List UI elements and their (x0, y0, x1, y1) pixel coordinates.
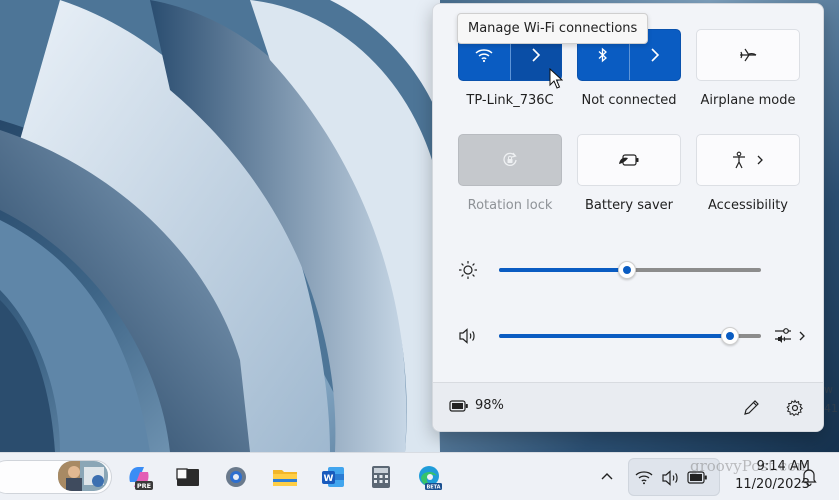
svg-text:BETA: BETA (426, 485, 440, 491)
rotation-lock-label: Rotation lock (467, 198, 553, 213)
settings-gear-icon (786, 399, 804, 417)
wifi-icon (475, 49, 493, 63)
settings-app-button[interactable] (218, 459, 254, 495)
volume-mixer-button[interactable] (773, 324, 809, 348)
pencil-icon (744, 400, 759, 415)
accessibility-tile[interactable] (696, 134, 800, 186)
clock[interactable]: 9:14 AM 11/20/2023 (718, 458, 810, 494)
terminal-button[interactable] (170, 459, 206, 495)
svg-text:PRE: PRE (137, 482, 151, 490)
clock-date: 11/20/2023 (735, 477, 810, 492)
edge-beta-button[interactable]: BETA (411, 459, 447, 495)
word-button[interactable]: W (315, 459, 351, 495)
battery-saver-icon (619, 154, 639, 166)
bluetooth-label: Not connected (581, 93, 677, 108)
edit-quick-settings-button[interactable] (739, 396, 763, 420)
volume-slider-thumb[interactable] (720, 327, 739, 345)
accessibility-icon (733, 151, 763, 169)
word-icon: W (322, 467, 344, 487)
brightness-row (457, 258, 807, 282)
airplane-mode-tile[interactable] (696, 29, 800, 81)
airplane-icon (740, 48, 757, 62)
tray-speaker-icon (662, 470, 678, 486)
volume-slider[interactable] (499, 327, 761, 345)
mouse-cursor-icon (549, 68, 563, 89)
copilot-pre-icon: PRE (129, 467, 153, 490)
chevron-right-icon (532, 48, 541, 62)
quick-settings-panel: TP-Link_736C Not connected Airplane mode (432, 3, 824, 432)
quick-settings-footer: 98% (433, 382, 823, 431)
chevron-right-icon (651, 48, 660, 62)
brightness-slider-thumb[interactable] (618, 261, 637, 279)
file-explorer-button[interactable] (267, 459, 303, 495)
file-explorer-icon (273, 470, 297, 486)
volume-row (457, 324, 807, 348)
speaker-icon[interactable] (457, 326, 479, 346)
airplane-mode-label: Airplane mode (700, 93, 796, 108)
battery-saver-tile[interactable] (577, 134, 681, 186)
terminal-icon (176, 468, 199, 486)
battery-icon (449, 399, 468, 412)
background-window-fragment: 41 (824, 402, 838, 415)
copilot-pre-button[interactable]: PRE (121, 459, 157, 495)
calculator-icon (372, 466, 390, 488)
wifi-label: TP-Link_736C (466, 93, 554, 108)
brightness-slider[interactable] (499, 261, 761, 279)
taskbar: PRE W BETA groovyPost.com 9:14 AM 11/20/… (0, 452, 839, 500)
battery-status[interactable]: 98% (449, 398, 504, 413)
clock-time: 9:14 AM (756, 459, 810, 474)
wifi-tooltip: Manage Wi-Fi connections (457, 13, 649, 44)
all-settings-button[interactable] (783, 396, 807, 420)
accessibility-label: Accessibility (708, 198, 788, 213)
battery-percent: 98% (475, 398, 504, 413)
search-highlight-thumbnail[interactable] (58, 461, 108, 491)
brightness-icon (459, 261, 477, 279)
edge-beta-icon: BETA (419, 466, 442, 491)
notification-bell-icon[interactable] (798, 465, 820, 487)
rotation-lock-icon (503, 152, 517, 166)
battery-saver-label: Battery saver (584, 198, 674, 213)
quick-settings-body: TP-Link_736C Not connected Airplane mode (433, 4, 823, 382)
tray-wifi-icon (635, 471, 653, 485)
settings-app-icon (226, 467, 246, 487)
calculator-button[interactable] (363, 459, 399, 495)
svg-text:W: W (324, 474, 334, 484)
bluetooth-icon (599, 47, 608, 63)
show-hidden-icons-chevron-icon[interactable] (596, 465, 618, 487)
rotation-lock-tile[interactable] (458, 134, 562, 186)
background-window-fragment: w (824, 383, 833, 396)
